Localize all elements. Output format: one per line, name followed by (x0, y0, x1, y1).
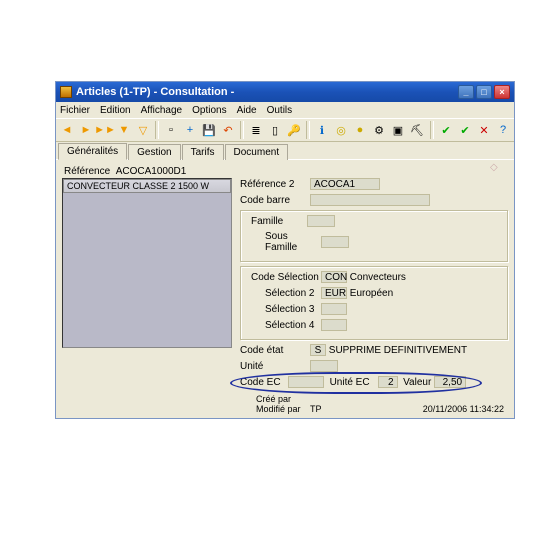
ref2-label: Référence 2 (240, 179, 310, 190)
tab-tarifs[interactable]: Tarifs (182, 144, 224, 160)
unite-label: Unité (240, 361, 310, 372)
tab-gestion[interactable]: Gestion (128, 144, 180, 160)
menu-fichier[interactable]: Fichier (60, 105, 90, 116)
tool-icon[interactable]: ⛏ (408, 121, 426, 139)
valeur-field[interactable]: 2,50 (434, 376, 466, 388)
article-list[interactable]: CONVECTEUR CLASSE 2 1500 W (62, 178, 232, 348)
sel3-field[interactable] (321, 303, 347, 315)
codeetat-text: SUPPRIME DEFINITIVEMENT (329, 345, 467, 356)
new-icon[interactable]: ▫ (162, 121, 180, 139)
list-item[interactable]: CONVECTEUR CLASSE 2 1500 W (63, 179, 231, 193)
valeur-label: Valeur (403, 377, 431, 388)
save-icon[interactable]: 💾 (200, 121, 218, 139)
codeetat-code-field[interactable]: S (310, 344, 326, 356)
minimize-button[interactable]: _ (458, 85, 474, 99)
codeec-field[interactable] (288, 376, 324, 388)
codesel-label: Code Sélection (251, 272, 321, 283)
sousfamille-label: Sous Famille (265, 231, 321, 253)
reference-label: Référence (64, 166, 110, 177)
audit-footer: Créé par Modifié par TP 20/11/2006 11:34… (256, 394, 504, 414)
sel2-code-field[interactable]: EUR (321, 287, 347, 299)
sel2-text: Européen (350, 288, 393, 299)
reference-row: Référence ACOCA1000D1 ◇ (64, 166, 508, 177)
menu-edition[interactable]: Edition (100, 105, 131, 116)
titlebar: Articles (1-TP) - Consultation - _ □ × (56, 82, 514, 102)
cancel-icon[interactable]: ✕ (475, 121, 493, 139)
timestamp: 20/11/2006 11:34:22 (423, 404, 504, 414)
unite-field[interactable] (310, 360, 338, 372)
createdby-label: Créé par (256, 394, 310, 404)
menu-affichage[interactable]: Affichage (141, 105, 183, 116)
menu-aide[interactable]: Aide (237, 105, 257, 116)
modifiedby-label: Modifié par (256, 404, 310, 414)
tab-generalites[interactable]: Généralités (58, 143, 127, 160)
codesel-code-field[interactable]: CON (321, 271, 347, 283)
codebarre-label: Code barre (240, 195, 310, 206)
info-icon[interactable]: ℹ (313, 121, 331, 139)
package-icon[interactable]: ▣ (389, 121, 407, 139)
toolbar: ◄ ► ►► ▼ ▽ ▫ + 💾 ↶ ≣ ▯ 🔑 ℹ ◎ ● ⚙ ▣ ⛏ ✔ ✔… (56, 118, 514, 142)
nav-next-icon[interactable]: ►► (96, 121, 114, 139)
help-icon[interactable]: ? (494, 121, 512, 139)
app-icon (60, 86, 72, 98)
codebarre-field[interactable] (310, 194, 430, 206)
menubar: Fichier Edition Affichage Options Aide O… (56, 102, 514, 118)
ok-icon[interactable]: ✔ (437, 121, 455, 139)
ref2-field[interactable]: ACOCA1 (310, 178, 380, 190)
sel2-label: Sélection 2 (265, 288, 321, 299)
famille-field[interactable] (307, 215, 335, 227)
list-icon[interactable]: ≣ (247, 121, 265, 139)
tabstrip: Généralités Gestion Tarifs Document (56, 142, 514, 160)
client-area: Référence ACOCA1000D1 ◇ CONVECTEUR CLASS… (56, 160, 514, 418)
menu-options[interactable]: Options (192, 105, 226, 116)
edit-icon[interactable]: ▯ (266, 121, 284, 139)
undo-icon[interactable]: ↶ (219, 121, 237, 139)
details-pane: Référence 2 ACOCA1 Code barre Famille So… (240, 178, 508, 392)
nav-last-icon[interactable]: ▼ (115, 121, 133, 139)
modifiedby-user: TP (310, 404, 322, 414)
uniteec-label: Unité EC (330, 377, 378, 388)
reference-value: ACOCA1000D1 (116, 166, 187, 177)
eraser-icon[interactable]: ◇ (490, 162, 504, 174)
tab-document[interactable]: Document (225, 144, 289, 160)
sel4-label: Sélection 4 (265, 320, 321, 331)
selection-group: Code Sélection CON Convecteurs Sélection… (240, 266, 508, 340)
codesel-text: Convecteurs (350, 272, 406, 283)
nav-prev-icon[interactable]: ► (77, 121, 95, 139)
sel3-label: Sélection 3 (265, 304, 321, 315)
uniteec-field[interactable]: 2 (378, 376, 398, 388)
plus-icon[interactable]: + (181, 121, 199, 139)
ball-icon[interactable]: ● (351, 121, 369, 139)
codeetat-label: Code état (240, 345, 310, 356)
coin-icon[interactable]: ◎ (332, 121, 350, 139)
famille-group: Famille Sous Famille (240, 210, 508, 262)
famille-label: Famille (251, 216, 307, 227)
window-title: Articles (1-TP) - Consultation - (76, 86, 234, 98)
maximize-button[interactable]: □ (476, 85, 492, 99)
codeec-label: Code EC (240, 377, 288, 388)
nav-first-icon[interactable]: ◄ (58, 121, 76, 139)
ok2-icon[interactable]: ✔ (456, 121, 474, 139)
sousfamille-field[interactable] (321, 236, 349, 248)
key-icon[interactable]: 🔑 (285, 121, 303, 139)
app-window: Articles (1-TP) - Consultation - _ □ × F… (55, 81, 515, 419)
close-button[interactable]: × (494, 85, 510, 99)
sel4-field[interactable] (321, 319, 347, 331)
funnel-icon[interactable]: ▽ (134, 121, 152, 139)
menu-outils[interactable]: Outils (267, 105, 293, 116)
gear-icon[interactable]: ⚙ (370, 121, 388, 139)
